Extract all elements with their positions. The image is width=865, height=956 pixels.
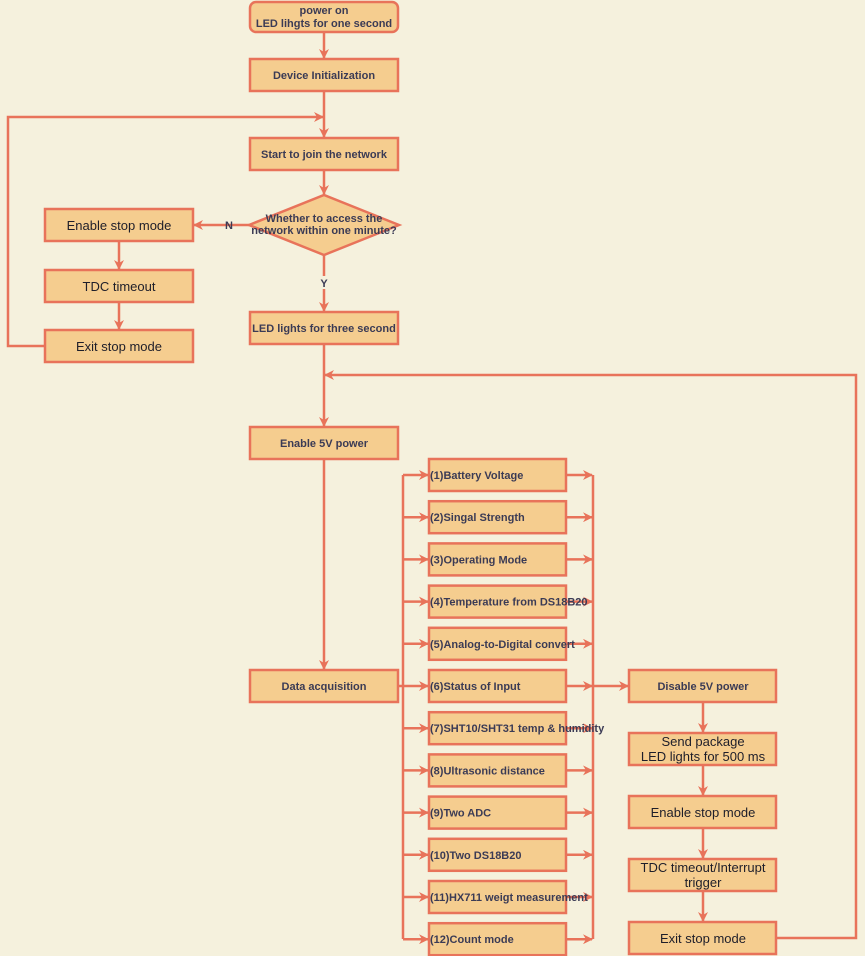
yes-label: Y [320,278,328,290]
exit-stop-node: Exit stop mode [627,920,778,956]
sensor-item: (8)Ultrasonic distance [403,753,593,788]
sensor-item: (12)Count mode [403,921,593,956]
svg-text:Enable stop mode: Enable stop mode [67,218,172,233]
sensor-item: (5)Analog-to-Digital convert [403,626,593,662]
item-label: (7)SHT10/SHT31 temp & humidity [430,723,605,735]
svg-text:network within one minute?: network within one minute? [251,225,397,237]
device-init-node: Device Initialization [248,57,400,93]
no-label: N [225,220,233,232]
svg-text:Start to join the network: Start to join the network [261,149,388,161]
led-three-node: LED lights for three second [248,310,400,346]
sensor-item: (10)Two DS18B20 [403,837,593,873]
svg-text:power on: power on [300,5,349,17]
svg-text:TDC timeout/Interrupt: TDC timeout/Interrupt [641,860,766,875]
sensor-item: (6)Status of Input [403,668,593,704]
tdc-interrupt-node: TDC timeout/Interrupt trigger [627,857,778,893]
retry-enable-stop-node: Enable stop mode [43,207,195,243]
item-label: (11)HX711 weigt measurement [430,892,588,904]
svg-text:Disable 5V power: Disable 5V power [657,681,749,693]
sensor-item: (11)HX711 weigt measurement [403,879,593,915]
decision-node: Whether to access the network within one… [245,193,403,257]
item-label: (9)Two ADC [430,808,491,820]
enable-5v-node: Enable 5V power [248,425,400,461]
flowchart: power on LED lihgts for one second Devic… [6,0,858,956]
svg-text:LED lights for three second: LED lights for three second [252,323,396,335]
svg-text:LED lihgts for one second: LED lihgts for one second [256,18,392,30]
svg-text:Exit stop mode: Exit stop mode [660,931,746,946]
enable-stop-node: Enable stop mode [627,794,778,830]
svg-text:trigger: trigger [685,875,723,890]
svg-text:Enable stop mode: Enable stop mode [651,805,756,820]
sensor-item: (7)SHT10/SHT31 temp & humidity [403,710,605,746]
item-label: (8)Ultrasonic distance [430,765,545,777]
svg-text:Exit stop mode: Exit stop mode [76,339,162,354]
join-network-node: Start to join the network [248,136,400,172]
retry-tdc-timeout-node: TDC timeout [43,268,195,304]
svg-text:Device Initialization: Device Initialization [273,70,375,82]
data-acquisition-node: Data acquisition [248,668,400,704]
retry-exit-stop-node: Exit stop mode [43,328,195,364]
svg-text:LED lights for 500 ms: LED lights for 500 ms [641,749,766,764]
svg-text:TDC timeout: TDC timeout [83,279,156,294]
sensor-item: (2)Singal Strength [403,499,593,535]
power-on-node: power on LED lihgts for one second [248,0,400,34]
sensor-item: (4)Temperature from DS18B20 [403,584,593,619]
svg-text:Data acquisition: Data acquisition [282,681,367,693]
item-label: (5)Analog-to-Digital convert [430,639,575,651]
item-label: (12)Count mode [430,934,514,946]
sensor-item: (1)Battery Voltage [403,457,593,493]
svg-text:Whether to access the: Whether to access the [266,213,383,225]
item-label: (4)Temperature from DS18B20 [430,597,588,609]
item-label: (10)Two DS18B20 [430,850,522,862]
sensor-items: (1)Battery Voltage (2)Singal Strength (3)O… [403,457,605,956]
item-label: (6)Status of Input [430,681,521,693]
item-label: (3)Operating Mode [430,554,527,566]
item-label: (1)Battery Voltage [430,470,523,482]
svg-text:Send package: Send package [661,734,744,749]
svg-text:Enable 5V power: Enable 5V power [280,438,369,450]
disable-5v-node: Disable 5V power [627,668,778,704]
item-label: (2)Singal Strength [430,512,525,524]
send-package-node: Send package LED lights for 500 ms [627,731,778,767]
sensor-item: (9)Two ADC [403,795,593,830]
sensor-item: (3)Operating Mode [403,542,593,577]
